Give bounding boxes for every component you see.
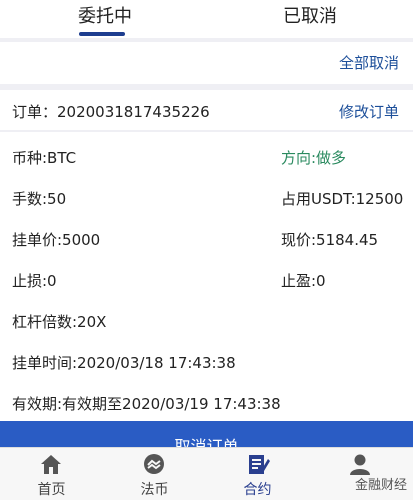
modify-order-button[interactable]: 修改订单	[339, 101, 399, 122]
current-price-field: 现价:5184.45	[281, 231, 379, 249]
cancel-all-button[interactable]: 全部取消	[339, 52, 399, 73]
user-icon	[350, 454, 370, 475]
cancel-all-row: 全部取消	[0, 42, 413, 84]
direction-field: 方向:做多	[281, 149, 347, 167]
nav-home-label: 首页	[37, 482, 66, 498]
order-header: 订单：2020031817435226 修改订单	[0, 90, 413, 130]
take-profit-field: 止盈:0	[281, 272, 326, 290]
nav-home[interactable]: 首页	[0, 448, 103, 500]
bottom-nav: 首页 法币 合约	[0, 447, 413, 500]
stop-loss-field: 止损:0	[12, 272, 57, 290]
validity-field: 有效期:有效期至2020/03/19 17:43:38	[12, 395, 281, 413]
lots-field: 手数:50	[12, 190, 67, 208]
tab-cancelled[interactable]: 已取消	[240, 0, 380, 38]
order-price-field: 挂单价:5000	[12, 231, 101, 249]
order-time-field: 挂单时间:2020/03/18 17:43:38	[12, 354, 236, 372]
home-icon	[41, 455, 61, 474]
active-tab-indicator	[79, 32, 125, 36]
cancel-order-button[interactable]: 取消订单	[0, 421, 413, 447]
watermark: 金融财经	[354, 478, 407, 493]
contract-icon	[249, 455, 270, 474]
currency-field: 币种:BTC	[12, 149, 77, 167]
nav-contract[interactable]: 合约	[206, 448, 309, 500]
margin-field: 占用USDT:12500	[281, 190, 404, 208]
nav-fiat[interactable]: 法币	[103, 448, 206, 500]
order-number: 订单：2020031817435226	[12, 103, 210, 121]
nav-fiat-label: 法币	[140, 482, 169, 498]
leverage-field: 杠杆倍数:20X	[12, 313, 107, 331]
nav-contract-label: 合约	[243, 482, 272, 498]
cancel-order-label: 取消订单	[174, 437, 239, 447]
exchange-icon	[144, 454, 164, 474]
order-details: 币种:BTC 方向:做多 手数:50 占用USDT:12500 挂单价:5000…	[0, 132, 413, 420]
order-tabs: 委托中 已取消	[0, 0, 413, 38]
